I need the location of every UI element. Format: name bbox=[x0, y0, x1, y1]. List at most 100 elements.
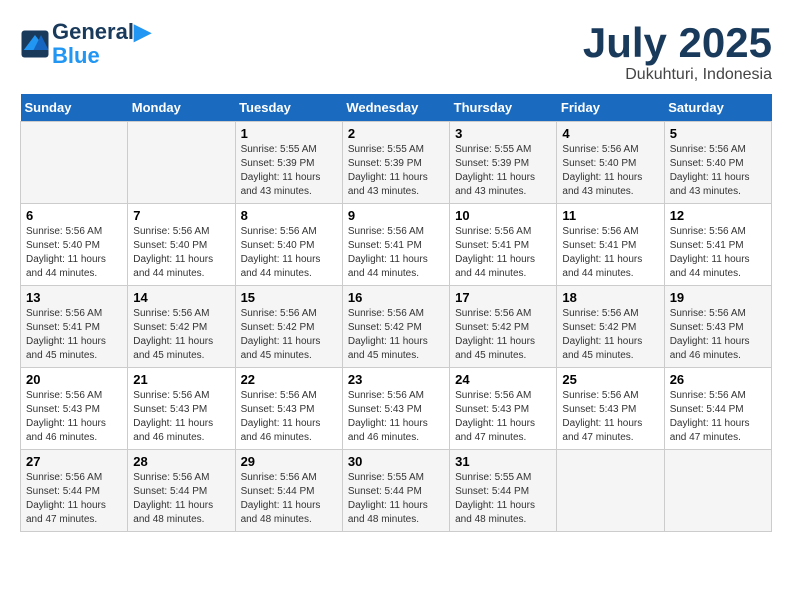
week-row-5: 27 Sunrise: 5:56 AM Sunset: 5:44 PM Dayli… bbox=[21, 450, 772, 532]
day-number: 13 bbox=[26, 290, 122, 305]
calendar-cell bbox=[664, 450, 771, 532]
day-info: Sunrise: 5:56 AM Sunset: 5:44 PM Dayligh… bbox=[670, 389, 766, 445]
calendar-cell: 29 Sunrise: 5:56 AM Sunset: 5:44 PM Dayli… bbox=[235, 450, 342, 532]
day-number: 3 bbox=[455, 126, 551, 141]
day-info: Sunrise: 5:55 AM Sunset: 5:44 PM Dayligh… bbox=[348, 471, 444, 527]
day-number: 29 bbox=[241, 454, 337, 469]
day-info: Sunrise: 5:55 AM Sunset: 5:39 PM Dayligh… bbox=[241, 143, 337, 199]
day-info: Sunrise: 5:55 AM Sunset: 5:44 PM Dayligh… bbox=[455, 471, 551, 527]
calendar-cell: 30 Sunrise: 5:55 AM Sunset: 5:44 PM Dayli… bbox=[342, 450, 449, 532]
day-number: 30 bbox=[348, 454, 444, 469]
day-header-monday: Monday bbox=[128, 94, 235, 122]
day-number: 14 bbox=[133, 290, 229, 305]
logo-text: General▶ Blue bbox=[52, 20, 151, 68]
day-number: 23 bbox=[348, 372, 444, 387]
day-info: Sunrise: 5:56 AM Sunset: 5:40 PM Dayligh… bbox=[562, 143, 658, 199]
calendar-cell: 1 Sunrise: 5:55 AM Sunset: 5:39 PM Daylig… bbox=[235, 122, 342, 204]
header: General▶ Blue July 2025 Dukuhturi, Indon… bbox=[20, 20, 772, 84]
day-header-tuesday: Tuesday bbox=[235, 94, 342, 122]
day-number: 17 bbox=[455, 290, 551, 305]
day-number: 16 bbox=[348, 290, 444, 305]
header-row: SundayMondayTuesdayWednesdayThursdayFrid… bbox=[21, 94, 772, 122]
week-row-4: 20 Sunrise: 5:56 AM Sunset: 5:43 PM Dayli… bbox=[21, 368, 772, 450]
day-number: 22 bbox=[241, 372, 337, 387]
calendar-cell: 13 Sunrise: 5:56 AM Sunset: 5:41 PM Dayli… bbox=[21, 286, 128, 368]
calendar-cell: 26 Sunrise: 5:56 AM Sunset: 5:44 PM Dayli… bbox=[664, 368, 771, 450]
day-number: 10 bbox=[455, 208, 551, 223]
calendar-subtitle: Dukuhturi, Indonesia bbox=[583, 66, 772, 84]
calendar-cell: 4 Sunrise: 5:56 AM Sunset: 5:40 PM Daylig… bbox=[557, 122, 664, 204]
calendar-cell: 15Sunrise: 5:56 AM Sunset: 5:42 PM Dayli… bbox=[235, 286, 342, 368]
day-info: Sunrise: 5:56 AM Sunset: 5:43 PM Dayligh… bbox=[241, 389, 337, 445]
calendar-cell: 9Sunrise: 5:56 AM Sunset: 5:41 PM Daylig… bbox=[342, 204, 449, 286]
day-number: 18 bbox=[562, 290, 658, 305]
calendar-cell: 21 Sunrise: 5:56 AM Sunset: 5:43 PM Dayli… bbox=[128, 368, 235, 450]
calendar-cell: 16 Sunrise: 5:56 AM Sunset: 5:42 PM Dayli… bbox=[342, 286, 449, 368]
week-row-3: 13 Sunrise: 5:56 AM Sunset: 5:41 PM Dayli… bbox=[21, 286, 772, 368]
day-number: 26 bbox=[670, 372, 766, 387]
day-info: Sunrise: 5:56 AM Sunset: 5:41 PM Dayligh… bbox=[562, 225, 658, 281]
week-row-1: 1 Sunrise: 5:55 AM Sunset: 5:39 PM Daylig… bbox=[21, 122, 772, 204]
day-number: 24 bbox=[455, 372, 551, 387]
calendar-cell: 19 Sunrise: 5:56 AM Sunset: 5:43 PM Dayli… bbox=[664, 286, 771, 368]
day-number: 12 bbox=[670, 208, 766, 223]
day-info: Sunrise: 5:56 AM Sunset: 5:43 PM Dayligh… bbox=[26, 389, 122, 445]
day-number: 1 bbox=[241, 126, 337, 141]
day-header-sunday: Sunday bbox=[21, 94, 128, 122]
calendar-table: SundayMondayTuesdayWednesdayThursdayFrid… bbox=[20, 94, 772, 532]
day-info: Sunrise: 5:56 AM Sunset: 5:43 PM Dayligh… bbox=[670, 307, 766, 363]
day-info: Sunrise: 5:56 AM Sunset: 5:40 PM Dayligh… bbox=[133, 225, 229, 281]
calendar-cell: 11 Sunrise: 5:56 AM Sunset: 5:41 PM Dayli… bbox=[557, 204, 664, 286]
day-number: 9 bbox=[348, 208, 444, 223]
calendar-cell: 18 Sunrise: 5:56 AM Sunset: 5:42 PM Dayli… bbox=[557, 286, 664, 368]
calendar-cell: 10Sunrise: 5:56 AM Sunset: 5:41 PM Dayli… bbox=[450, 204, 557, 286]
day-header-friday: Friday bbox=[557, 94, 664, 122]
day-number: 6 bbox=[26, 208, 122, 223]
day-info: Sunrise: 5:56 AM Sunset: 5:44 PM Dayligh… bbox=[241, 471, 337, 527]
day-info: Sunrise: 5:56 AM Sunset: 5:42 PM Dayligh… bbox=[133, 307, 229, 363]
logo-icon bbox=[20, 29, 50, 59]
calendar-cell bbox=[557, 450, 664, 532]
day-info: Sunrise: 5:56 AM Sunset: 5:44 PM Dayligh… bbox=[133, 471, 229, 527]
calendar-cell: 20 Sunrise: 5:56 AM Sunset: 5:43 PM Dayli… bbox=[21, 368, 128, 450]
day-number: 20 bbox=[26, 372, 122, 387]
day-info: Sunrise: 5:56 AM Sunset: 5:43 PM Dayligh… bbox=[562, 389, 658, 445]
day-number: 2 bbox=[348, 126, 444, 141]
day-info: Sunrise: 5:56 AM Sunset: 5:40 PM Dayligh… bbox=[241, 225, 337, 281]
logo: General▶ Blue bbox=[20, 20, 151, 68]
calendar-cell: 25 Sunrise: 5:56 AM Sunset: 5:43 PM Dayli… bbox=[557, 368, 664, 450]
day-number: 8 bbox=[241, 208, 337, 223]
day-number: 27 bbox=[26, 454, 122, 469]
day-info: Sunrise: 5:56 AM Sunset: 5:43 PM Dayligh… bbox=[455, 389, 551, 445]
day-info: Sunrise: 5:56 AM Sunset: 5:43 PM Dayligh… bbox=[133, 389, 229, 445]
day-number: 28 bbox=[133, 454, 229, 469]
day-number: 11 bbox=[562, 208, 658, 223]
day-number: 25 bbox=[562, 372, 658, 387]
title-area: July 2025 Dukuhturi, Indonesia bbox=[583, 20, 772, 84]
day-info: Sunrise: 5:56 AM Sunset: 5:41 PM Dayligh… bbox=[670, 225, 766, 281]
day-number: 31 bbox=[455, 454, 551, 469]
day-number: 21 bbox=[133, 372, 229, 387]
day-info: Sunrise: 5:56 AM Sunset: 5:43 PM Dayligh… bbox=[348, 389, 444, 445]
day-header-thursday: Thursday bbox=[450, 94, 557, 122]
day-info: Sunrise: 5:56 AM Sunset: 5:40 PM Dayligh… bbox=[670, 143, 766, 199]
day-header-saturday: Saturday bbox=[664, 94, 771, 122]
calendar-cell: 5 Sunrise: 5:56 AM Sunset: 5:40 PM Daylig… bbox=[664, 122, 771, 204]
day-info: Sunrise: 5:56 AM Sunset: 5:41 PM Dayligh… bbox=[26, 307, 122, 363]
calendar-cell bbox=[128, 122, 235, 204]
day-number: 19 bbox=[670, 290, 766, 305]
calendar-cell: 12 Sunrise: 5:56 AM Sunset: 5:41 PM Dayli… bbox=[664, 204, 771, 286]
day-info: Sunrise: 5:56 AM Sunset: 5:42 PM Dayligh… bbox=[348, 307, 444, 363]
calendar-cell bbox=[21, 122, 128, 204]
day-info: Sunrise: 5:56 AM Sunset: 5:42 PM Dayligh… bbox=[562, 307, 658, 363]
day-info: Sunrise: 5:55 AM Sunset: 5:39 PM Dayligh… bbox=[348, 143, 444, 199]
calendar-cell: 8 Sunrise: 5:56 AM Sunset: 5:40 PM Daylig… bbox=[235, 204, 342, 286]
day-number: 4 bbox=[562, 126, 658, 141]
day-info: Sunrise: 5:56 AM Sunset: 5:44 PM Dayligh… bbox=[26, 471, 122, 527]
day-number: 5 bbox=[670, 126, 766, 141]
day-info: Sunrise: 5:56 AM Sunset: 5:40 PM Dayligh… bbox=[26, 225, 122, 281]
calendar-cell: 6 Sunrise: 5:56 AM Sunset: 5:40 PM Daylig… bbox=[21, 204, 128, 286]
calendar-cell: 17Sunrise: 5:56 AM Sunset: 5:42 PM Dayli… bbox=[450, 286, 557, 368]
calendar-cell: 23 Sunrise: 5:56 AM Sunset: 5:43 PM Dayli… bbox=[342, 368, 449, 450]
calendar-cell: 3Sunrise: 5:55 AM Sunset: 5:39 PM Daylig… bbox=[450, 122, 557, 204]
